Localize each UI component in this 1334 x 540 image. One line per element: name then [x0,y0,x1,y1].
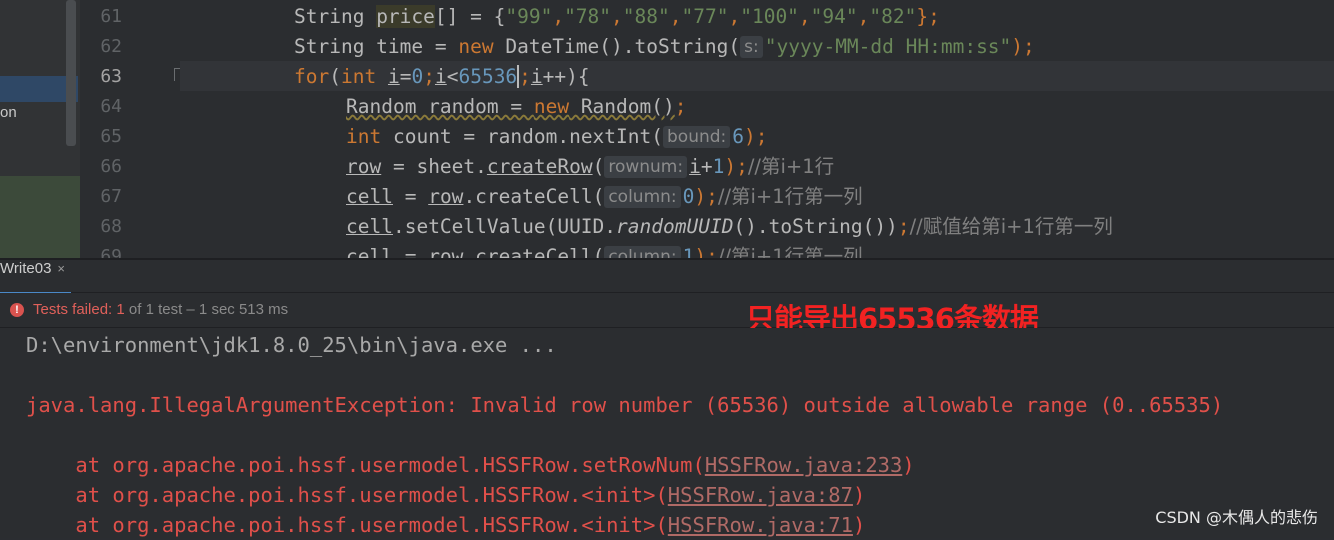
tab-run-write03[interactable]: Write03 × [0,260,72,294]
console-output[interactable]: D:\environment\jdk1.8.0_25\bin\java.exe … [0,328,1334,538]
console-exception-line: java.lang.IllegalArgumentException: Inva… [26,393,1224,417]
project-panel-scrollbar[interactable] [66,0,76,146]
code-line-64[interactable]: Random random = new Random(); [346,92,687,122]
watermark: CSDN @木偶人的悲伤 [1155,508,1318,527]
line-number: 66 [100,156,122,177]
project-tree-highlight [0,176,80,258]
run-tab-bar: Write03 × [0,260,1334,294]
line-number: 67 [100,186,122,207]
close-icon[interactable]: × [57,261,65,276]
stack-frame: at org.apache.poi.hssf.usermodel.HSSFRow… [26,483,866,507]
code-line-65[interactable]: int count = random.nextInt(bound: 6); [346,122,768,152]
project-panel[interactable]: on [0,0,80,258]
code-line-68[interactable]: cell.setCellValue(UUID.randomUUID().toSt… [346,212,1113,242]
stack-frame-link[interactable]: HSSFRow.java:233 [705,453,902,477]
param-hint: column: [604,246,681,258]
tab-label: Write03 [0,260,52,277]
test-status-bar: ! Tests failed: 1 of 1 test – 1 sec 513 … [0,293,1334,328]
param-hint: s: [740,36,763,58]
line-number: 62 [100,36,122,57]
code-line-67[interactable]: cell = row.createCell(column: 0);//第i+1行第… [346,182,863,212]
code-line-69[interactable]: cell = row.createCell(column: 1);//第i+1行第… [346,242,863,258]
code-editor[interactable]: String price[] = {"99","78","88","77","1… [180,0,1334,258]
stack-frame: at org.apache.poi.hssf.usermodel.HSSFRow… [26,453,915,477]
code-line-61[interactable]: String price[] = {"99","78","88","77","1… [294,2,940,32]
code-line-63[interactable]: for(int i=0;i<65536 ;i++){ [294,62,590,92]
editor-gutter: 61 62 63 64 65 66 67 68 69 [80,0,186,267]
project-tree-item-label[interactable]: on [0,104,17,121]
param-hint: bound: [663,126,731,148]
line-number: 65 [100,126,122,147]
line-number-current: 63 [100,66,122,87]
stack-frame: at org.apache.poi.hssf.usermodel.HSSFRow… [26,513,866,537]
line-number: 61 [100,6,122,27]
line-number: 68 [100,216,122,237]
test-status-text: Tests failed: 1 of 1 test – 1 sec 513 ms [33,301,289,318]
code-line-62[interactable]: String time = new DateTime().toString(s:… [294,32,1035,62]
stack-frame-link[interactable]: HSSFRow.java:71 [668,513,853,537]
error-icon: ! [10,303,24,317]
text-cursor: ; [517,65,531,88]
param-hint: column: [604,186,681,208]
param-hint: rownum: [604,156,688,178]
code-line-66[interactable]: row = sheet.createRow(rownum: i+1);//第i+1… [346,152,834,182]
console-command-line: D:\environment\jdk1.8.0_25\bin\java.exe … [26,333,557,357]
stack-frame-link[interactable]: HSSFRow.java:87 [668,483,853,507]
line-number: 64 [100,96,122,117]
